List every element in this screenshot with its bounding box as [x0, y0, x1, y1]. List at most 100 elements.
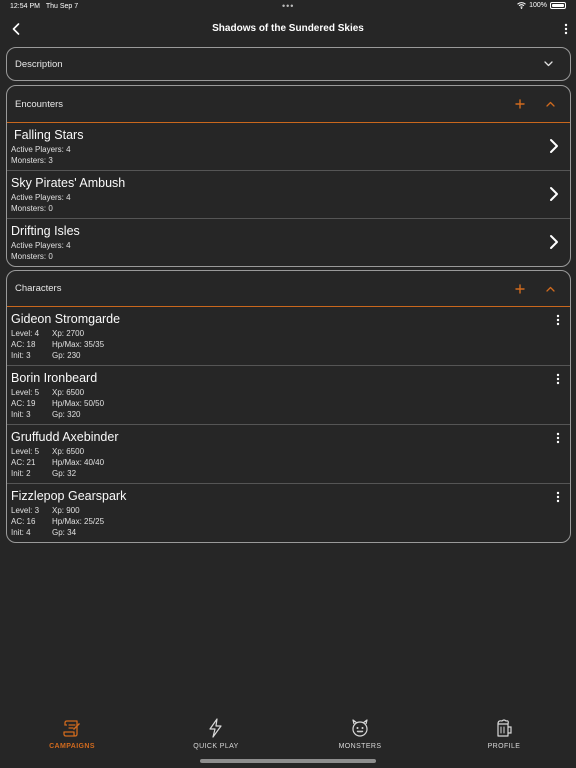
nav-bar: Shadows of the Sundered Skies: [0, 14, 576, 46]
plus-icon: [515, 283, 525, 294]
character-hp: Hp/Max: 25/25: [52, 517, 105, 526]
chevron-right-icon[interactable]: [548, 138, 560, 154]
encounter-row[interactable]: Falling Stars Active Players: 4 Monsters…: [7, 123, 570, 170]
encounter-name: Sky Pirates' Ambush: [11, 176, 126, 190]
character-gp: Gp: 32: [52, 469, 77, 478]
encounters-header: Encounters: [7, 86, 570, 122]
multitasking-dots-icon[interactable]: •••: [282, 1, 294, 11]
character-options-button[interactable]: [554, 431, 562, 445]
collapse-characters-button[interactable]: [544, 283, 556, 295]
character-row[interactable]: Gideon Stromgarde Level: 4 Xp: 2700 AC: …: [7, 307, 570, 365]
character-level: Level: 4: [11, 329, 40, 338]
characters-header: Characters: [7, 271, 570, 306]
character-init: Init: 3: [11, 351, 31, 360]
encounter-monsters: Monsters: 0: [11, 252, 53, 261]
home-indicator[interactable]: [200, 759, 376, 763]
description-label: Description: [15, 58, 63, 70]
status-right: 100%: [517, 2, 566, 9]
tab-quick-play-label: QUICK PLAY: [193, 743, 239, 750]
character-gp: Gp: 320: [52, 410, 81, 419]
character-options-button[interactable]: [554, 313, 562, 327]
character-name: Fizzlepop Gearspark: [11, 489, 127, 503]
status-bar: 12:54 PM Thu Sep 7 ••• 100%: [0, 0, 576, 14]
character-options-button[interactable]: [554, 372, 562, 386]
character-ac: AC: 18: [11, 340, 36, 349]
character-xp: Xp: 6500: [52, 447, 85, 456]
description-header[interactable]: Description: [7, 48, 570, 80]
plus-icon: [515, 99, 525, 109]
character-init: Init: 3: [11, 410, 31, 419]
collapse-encounters-button[interactable]: [544, 98, 556, 110]
character-ac: AC: 21: [11, 458, 36, 467]
character-level: Level: 3: [11, 506, 40, 515]
character-row[interactable]: Gruffudd Axebinder Level: 5 Xp: 6500 AC:…: [7, 424, 570, 483]
encounters-list: Falling Stars Active Players: 4 Monsters…: [7, 123, 570, 266]
character-init: Init: 2: [11, 469, 31, 478]
wifi-icon: [517, 2, 526, 9]
character-level: Level: 5: [11, 388, 40, 397]
vertical-ellipsis-icon: [556, 314, 560, 326]
tankard-icon: [497, 719, 512, 737]
encounters-card: Encounters Falling Stars Active Players:…: [6, 85, 571, 267]
status-time: 12:54 PM Thu Sep 7: [10, 3, 79, 10]
character-name: Borin Ironbeard: [11, 371, 98, 385]
encounter-monsters: Monsters: 3: [11, 156, 53, 165]
character-xp: Xp: 6500: [52, 388, 85, 397]
tab-monsters-label: MONSTERS: [338, 743, 382, 750]
chevron-down-icon: [543, 61, 553, 67]
character-gp: Gp: 34: [52, 528, 77, 537]
tab-profile[interactable]: PROFILE: [432, 712, 576, 760]
chevron-right-icon[interactable]: [548, 186, 560, 202]
encounter-name: Falling Stars: [14, 128, 84, 142]
expand-description-button[interactable]: [542, 58, 554, 70]
character-row[interactable]: Borin Ironbeard Level: 5 Xp: 6500 AC: 19…: [7, 365, 570, 424]
character-xp: Xp: 900: [52, 506, 80, 515]
encounter-monsters: Monsters: 0: [11, 204, 53, 213]
encounter-players: Active Players: 4: [11, 241, 71, 250]
chevron-up-icon: [545, 101, 555, 107]
character-ac: AC: 16: [11, 517, 36, 526]
character-level: Level: 5: [11, 447, 40, 456]
vertical-ellipsis-icon: [556, 491, 560, 503]
character-hp: Hp/Max: 35/35: [52, 340, 105, 349]
vertical-ellipsis-icon: [556, 373, 560, 385]
character-gp: Gp: 230: [52, 351, 81, 360]
character-row[interactable]: Fizzlepop Gearspark Level: 3 Xp: 900 AC:…: [7, 483, 570, 542]
encounter-row[interactable]: Sky Pirates' Ambush Active Players: 4 Mo…: [7, 170, 570, 218]
characters-card: Characters Gideon Stromgarde Level: 4 Xp…: [6, 270, 571, 543]
battery-percent: 100%: [529, 2, 547, 9]
chevron-right-icon[interactable]: [548, 234, 560, 250]
character-hp: Hp/Max: 40/40: [52, 458, 105, 467]
characters-label: Characters: [15, 283, 62, 294]
encounter-players: Active Players: 4: [11, 145, 71, 154]
character-name: Gruffudd Axebinder: [11, 430, 119, 444]
description-card: Description: [6, 47, 571, 81]
encounters-label: Encounters: [15, 98, 64, 110]
characters-list: Gideon Stromgarde Level: 4 Xp: 2700 AC: …: [7, 307, 570, 542]
character-xp: Xp: 2700: [52, 329, 85, 338]
vertical-ellipsis-icon: [556, 432, 560, 444]
tab-campaigns[interactable]: CAMPAIGNS: [0, 712, 144, 760]
character-options-button[interactable]: [554, 490, 562, 504]
tab-monsters[interactable]: MONSTERS: [288, 712, 432, 760]
battery-icon: [550, 2, 566, 9]
encounter-name: Drifting Isles: [11, 224, 80, 238]
tab-profile-label: PROFILE: [487, 743, 521, 750]
add-encounter-button[interactable]: [514, 98, 526, 110]
more-options-button[interactable]: [560, 19, 572, 39]
lightning-icon: [209, 718, 222, 738]
encounter-players: Active Players: 4: [11, 193, 71, 202]
character-init: Init: 4: [11, 528, 31, 537]
vertical-ellipsis-icon: [564, 23, 568, 35]
tab-quick-play[interactable]: QUICK PLAY: [144, 712, 288, 760]
character-name: Gideon Stromgarde: [11, 312, 121, 326]
monster-icon: [352, 719, 368, 737]
chevron-up-icon: [545, 286, 555, 292]
page-title: Shadows of the Sundered Skies: [212, 23, 364, 34]
character-ac: AC: 19: [11, 399, 36, 408]
encounter-row[interactable]: Drifting Isles Active Players: 4 Monster…: [7, 218, 570, 266]
character-hp: Hp/Max: 50/50: [52, 399, 105, 408]
tab-campaigns-label: CAMPAIGNS: [49, 743, 95, 750]
add-character-button[interactable]: [514, 283, 526, 295]
scroll-icon: [63, 720, 80, 737]
